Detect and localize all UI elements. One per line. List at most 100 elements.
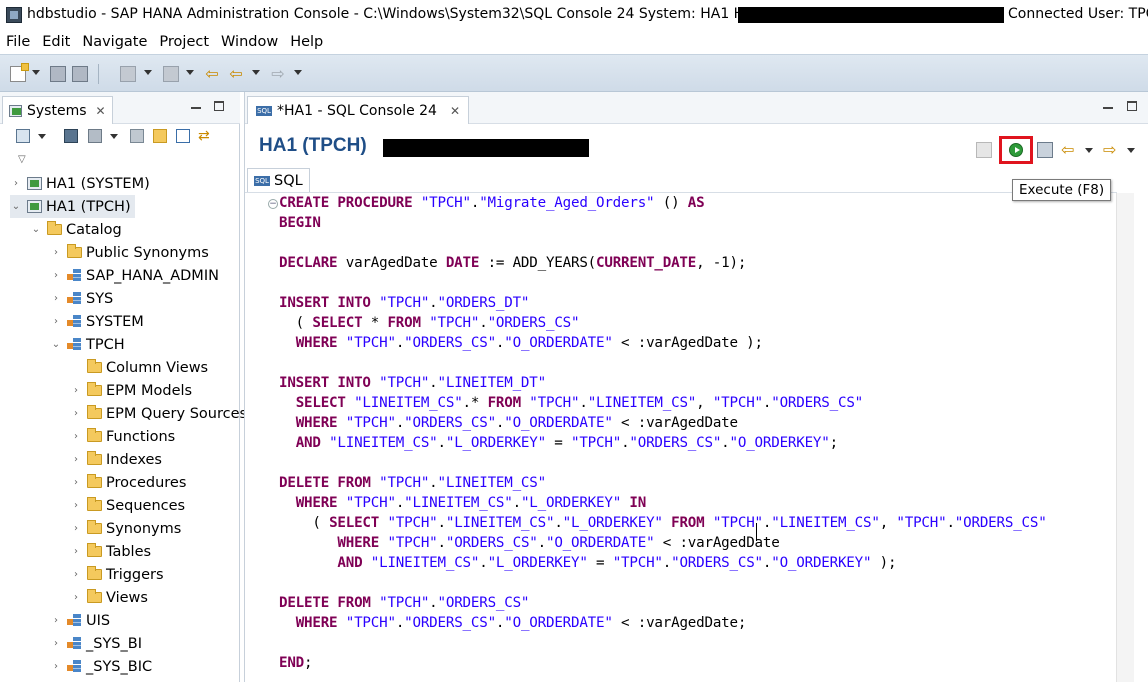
collapse-arrow-icon[interactable]: › (50, 247, 62, 258)
forward-dropdown-icon[interactable] (294, 70, 302, 78)
search-icon[interactable] (120, 66, 136, 82)
collapse-arrow-icon[interactable]: › (70, 431, 82, 442)
forward-icon[interactable]: ⇨ (270, 66, 286, 82)
tree-item[interactable]: › _SYS_BIC (50, 655, 152, 678)
menu-help[interactable]: Help (284, 30, 329, 54)
configure-icon[interactable] (88, 129, 102, 143)
menu-project[interactable]: Project (153, 30, 215, 54)
collapse-arrow-icon[interactable]: › (50, 638, 62, 649)
sql-text: . (395, 335, 405, 351)
administration-icon[interactable] (64, 129, 78, 143)
explain-plan-icon[interactable] (1037, 142, 1053, 158)
back-icon[interactable]: ⇦ (228, 66, 244, 82)
tab-sql-console-24[interactable]: SQL *HA1 - SQL Console 24 ✕ (247, 96, 470, 124)
next-result-icon[interactable]: ⇨ (1103, 142, 1119, 158)
collapse-arrow-icon[interactable]: › (70, 408, 82, 419)
tree-item[interactable]: › Tables (70, 540, 151, 563)
execute-icon[interactable] (1009, 143, 1023, 157)
minimize-icon[interactable] (191, 99, 201, 109)
collapse-arrow-icon[interactable]: › (10, 178, 22, 189)
new-dropdown-icon[interactable] (32, 70, 40, 78)
annotation-dropdown-icon[interactable] (186, 70, 194, 78)
link-with-editor-icon[interactable]: ⇄ (198, 129, 212, 143)
add-system-dropdown-icon[interactable] (38, 134, 46, 142)
collapse-arrow-icon[interactable]: › (50, 661, 62, 672)
menu-file[interactable]: File (0, 30, 36, 54)
collapse-arrow-icon[interactable]: › (70, 500, 82, 511)
close-icon[interactable]: ✕ (96, 104, 106, 118)
tree-item[interactable]: › EPM Query Sources (70, 402, 247, 425)
tree-item[interactable]: › UIS (50, 609, 110, 632)
save-icon[interactable] (50, 66, 66, 82)
expand-arrow-icon[interactable]: ⌄ (50, 339, 62, 350)
collapse-arrow-icon[interactable]: › (70, 385, 82, 396)
view-menu-chevron-icon[interactable]: ▽ (18, 154, 26, 165)
open-folder-icon[interactable] (153, 129, 167, 143)
collapse-arrow-icon[interactable]: › (70, 477, 82, 488)
sql-code-editor[interactable]: − CREATE PROCEDURE "TPCH"."Migrate_Aged_… (245, 192, 1117, 682)
tree-item[interactable]: › Procedures (70, 471, 186, 494)
tree-item[interactable]: › Triggers (70, 563, 164, 586)
maximize-icon[interactable] (214, 101, 224, 111)
expand-arrow-icon[interactable]: ⌄ (30, 224, 42, 235)
back-dropdown-icon[interactable] (252, 70, 260, 78)
add-system-icon[interactable] (16, 129, 30, 143)
collapse-arrow-icon[interactable]: › (50, 270, 62, 281)
collapse-arrow-icon[interactable]: › (50, 316, 62, 327)
tree-item[interactable]: › Sequences (70, 494, 185, 517)
collapse-arrow-icon[interactable]: › (70, 523, 82, 534)
tree-item[interactable]: › Public Synonyms (50, 241, 209, 264)
menu-window[interactable]: Window (215, 30, 284, 54)
tree-item[interactable]: › Synonyms (70, 517, 181, 540)
minimize-icon[interactable] (1103, 99, 1113, 109)
tab-sql[interactable]: SQL SQL (247, 168, 310, 192)
tree-item[interactable]: Column Views (70, 356, 208, 379)
menu-navigate[interactable]: Navigate (76, 30, 153, 54)
new-icon[interactable] (10, 63, 29, 82)
tree-item[interactable]: › _SYS_BI (50, 632, 142, 655)
expand-arrow-icon[interactable]: ⌄ (10, 201, 22, 212)
tree-item[interactable]: › Views (70, 586, 148, 609)
tree-item[interactable]: › SAP_HANA_ADMIN (50, 264, 219, 287)
terminate-icon[interactable] (976, 142, 992, 158)
next-dropdown-icon[interactable] (1127, 148, 1135, 156)
configure-dropdown-icon[interactable] (110, 134, 118, 142)
previous-dropdown-icon[interactable] (1085, 148, 1093, 156)
tree-item[interactable]: › Indexes (70, 448, 162, 471)
last-edit-location-icon[interactable]: ⇦ (204, 66, 220, 82)
search-dropdown-icon[interactable] (144, 70, 152, 78)
save-all-icon[interactable] (72, 66, 88, 82)
sql-console-icon[interactable] (130, 129, 144, 143)
close-icon[interactable]: ✕ (450, 104, 460, 118)
hdbstudio-app-icon (6, 7, 22, 23)
tree-item-label: Tables (106, 543, 152, 560)
tree-item[interactable]: › Functions (70, 425, 175, 448)
collapse-arrow-icon[interactable]: › (70, 592, 82, 603)
collapse-arrow-icon[interactable]: › (70, 569, 82, 580)
fold-icon[interactable]: − (268, 199, 278, 209)
tree-item[interactable]: › HA1 (SYSTEM) (10, 172, 150, 195)
maximize-icon[interactable] (1127, 101, 1137, 111)
tree-item[interactable]: ⌄ TPCH (50, 333, 125, 356)
sql-identifier: "ORDERS_CS" (404, 615, 496, 631)
tree-item[interactable]: ⌄ Catalog (30, 218, 122, 241)
sql-text: := ADD_YEARS( (487, 255, 597, 271)
tree-item[interactable]: › SYS (50, 287, 113, 310)
tree-item[interactable]: › SYSTEM (50, 310, 144, 333)
collapse-arrow-icon[interactable]: › (70, 454, 82, 465)
menu-edit[interactable]: Edit (36, 30, 76, 54)
tree-item[interactable]: ⌄ HA1 (TPCH) (10, 195, 135, 218)
sql-identifier: "ORDERS_CS" (954, 515, 1047, 531)
collapse-arrow-icon[interactable]: › (50, 293, 62, 304)
collapse-all-icon[interactable] (176, 129, 190, 143)
sql-identifier: "TPCH" (345, 495, 396, 511)
previous-result-icon[interactable]: ⇦ (1061, 142, 1077, 158)
vertical-scrollbar[interactable] (1116, 193, 1134, 682)
sql-text: ( (279, 515, 330, 531)
tree-item[interactable]: › EPM Models (70, 379, 192, 402)
annotation-icon[interactable] (163, 66, 179, 82)
collapse-arrow-icon[interactable]: › (70, 546, 82, 557)
collapse-arrow-icon[interactable]: › (50, 615, 62, 626)
tab-systems[interactable]: Systems ✕ (2, 96, 113, 124)
